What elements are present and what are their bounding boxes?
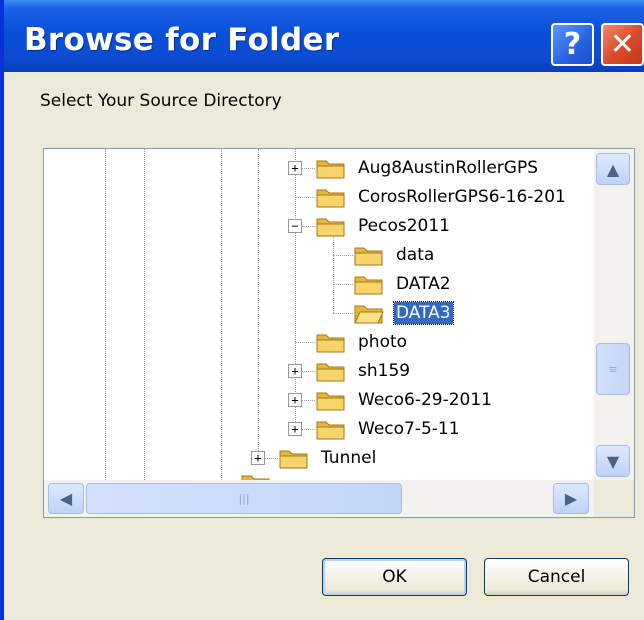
folder-icon (241, 472, 271, 480)
grip-icon: ≡ (608, 362, 618, 376)
chevron-up-icon: ▲ (606, 159, 620, 179)
chevron-down-icon: ▼ (606, 451, 620, 471)
tree-item-label: Tunnel (321, 448, 377, 468)
folder-icon (316, 215, 346, 237)
tree-item-label: Pecos2011 (358, 216, 450, 236)
folder-icon (316, 389, 346, 411)
browse-for-folder-dialog: Browse for Folder ? ✕ Select Your Source… (0, 0, 644, 620)
tree-item-label: Weco6-29-2011 (358, 390, 492, 410)
scroll-left-button[interactable]: ◀ (48, 483, 84, 514)
open-folder-icon (354, 302, 384, 324)
horizontal-scroll-thumb[interactable]: ||| (86, 483, 402, 514)
folder-icon (354, 273, 384, 295)
tree-guide (295, 149, 296, 424)
expand-icon[interactable]: + (288, 161, 302, 175)
tree-view[interactable]: + Aug8AustinRollerGPS CorosRollerGPS6-16… (44, 149, 594, 480)
tree-branch (295, 197, 315, 198)
tree-item-label: Aug8AustinRollerGPS (358, 158, 538, 178)
vertical-scrollbar[interactable]: ▲ ≡ ▼ (594, 149, 634, 480)
folder-icon (316, 157, 346, 179)
tree-guide (258, 149, 259, 461)
tree-item-label: photo (358, 332, 408, 352)
collapse-icon[interactable]: − (288, 219, 302, 233)
help-button[interactable]: ? (551, 23, 594, 66)
folder-icon (316, 360, 346, 382)
tree-branch (295, 342, 315, 343)
horizontal-scrollbar[interactable]: ◀ ||| ▶ (44, 480, 594, 517)
tree-guide (333, 235, 334, 313)
scroll-right-button[interactable]: ▶ (553, 483, 589, 514)
close-button[interactable]: ✕ (601, 23, 644, 66)
tree-branch (333, 284, 353, 285)
scroll-up-button[interactable]: ▲ (596, 153, 630, 185)
tree-guide (105, 149, 106, 480)
folder-icon (279, 447, 309, 469)
tree-item-label-selected: DATA3 (393, 301, 454, 325)
tree-item-label: CorosRollerGPS6-16-201 (358, 187, 566, 207)
vertical-scroll-thumb[interactable]: ≡ (596, 343, 630, 395)
help-icon: ? (563, 27, 582, 62)
folder-icon (354, 244, 384, 266)
folder-tree[interactable]: + Aug8AustinRollerGPS CorosRollerGPS6-16… (43, 148, 635, 518)
scroll-corner (594, 480, 634, 517)
tree-item-label: Weco7-5-11 (358, 419, 460, 439)
tree-branch (333, 313, 353, 314)
expand-icon[interactable]: + (288, 393, 302, 407)
ok-button[interactable]: OK (322, 558, 467, 596)
close-icon: ✕ (609, 27, 636, 62)
scroll-down-button[interactable]: ▼ (596, 445, 630, 477)
tree-item-label: sh159 (358, 361, 411, 381)
folder-icon (316, 331, 346, 353)
title-bar[interactable]: Browse for Folder ? ✕ (4, 0, 644, 72)
chevron-right-icon: ▶ (564, 489, 578, 508)
chevron-left-icon: ◀ (59, 489, 73, 508)
tree-branch (333, 255, 353, 256)
cancel-button[interactable]: Cancel (484, 558, 629, 596)
folder-icon (316, 418, 346, 440)
folder-icon (316, 186, 346, 208)
tree-item-label: DATA2 (396, 274, 451, 294)
prompt-label: Select Your Source Directory (40, 91, 282, 111)
expand-icon[interactable]: + (288, 364, 302, 378)
tree-item-label: data (396, 245, 435, 265)
grip-icon: ||| (238, 492, 250, 505)
tree-guide (221, 149, 222, 480)
tree-guide (144, 149, 145, 480)
window-title: Browse for Folder (24, 22, 340, 58)
expand-icon[interactable]: + (288, 422, 302, 436)
expand-icon[interactable]: + (251, 451, 265, 465)
